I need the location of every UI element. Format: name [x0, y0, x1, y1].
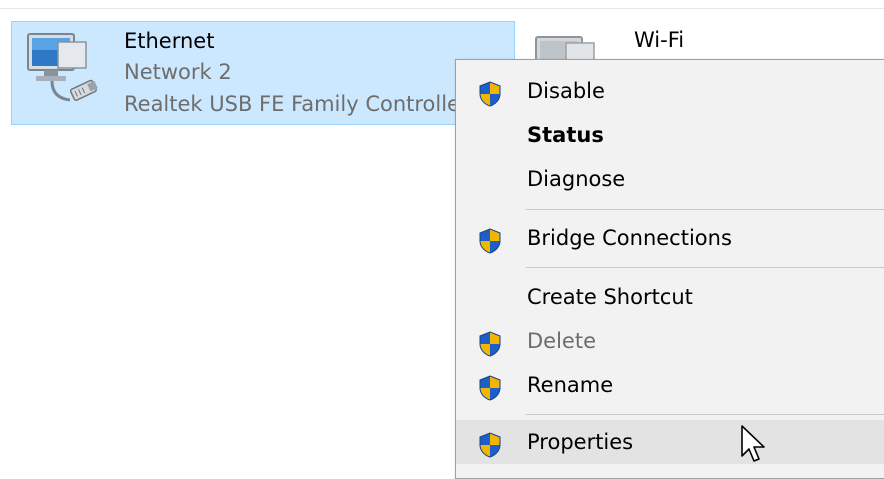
menu-item-label: Disable [527, 79, 605, 103]
menu-item-diagnose[interactable]: Diagnose [456, 157, 884, 201]
menu-item-label: Properties [527, 430, 634, 454]
menu-item-create-shortcut[interactable]: Create Shortcut [456, 275, 884, 319]
top-divider [0, 8, 884, 9]
menu-item-label: Delete [527, 329, 596, 353]
context-menu: Disable Status Diagnose Bridge Connectio… [455, 59, 884, 479]
adapter-name: Wi-Fi [634, 28, 685, 52]
mouse-cursor-icon [740, 424, 770, 466]
menu-separator [526, 414, 884, 415]
menu-item-rename[interactable]: Rename [456, 363, 884, 407]
menu-item-label: Diagnose [527, 167, 626, 191]
uac-shield-icon [478, 78, 502, 107]
menu-item-delete: Delete [456, 319, 884, 363]
uac-shield-icon [478, 225, 502, 254]
menu-separator [526, 267, 884, 268]
adapter-name: Ethernet [124, 29, 215, 53]
menu-item-status[interactable]: Status [456, 113, 884, 157]
menu-item-label: Status [527, 123, 604, 147]
menu-item-label: Rename [527, 373, 614, 397]
adapter-wifi[interactable]: Wi-Fi [522, 21, 884, 68]
uac-shield-icon [478, 328, 502, 357]
uac-shield-icon [478, 429, 502, 458]
menu-item-label: Create Shortcut [527, 285, 693, 309]
uac-shield-icon [478, 372, 502, 401]
menu-item-properties[interactable]: Properties [456, 420, 884, 464]
menu-item-disable[interactable]: Disable [456, 69, 884, 113]
menu-item-bridge-connections[interactable]: Bridge Connections [456, 216, 884, 260]
network-adapter-icon [22, 28, 102, 118]
adapter-ethernet[interactable]: Ethernet Network 2 Realtek USB FE Family… [11, 21, 515, 125]
menu-item-label: Bridge Connections [527, 226, 732, 250]
menu-separator [526, 209, 884, 210]
